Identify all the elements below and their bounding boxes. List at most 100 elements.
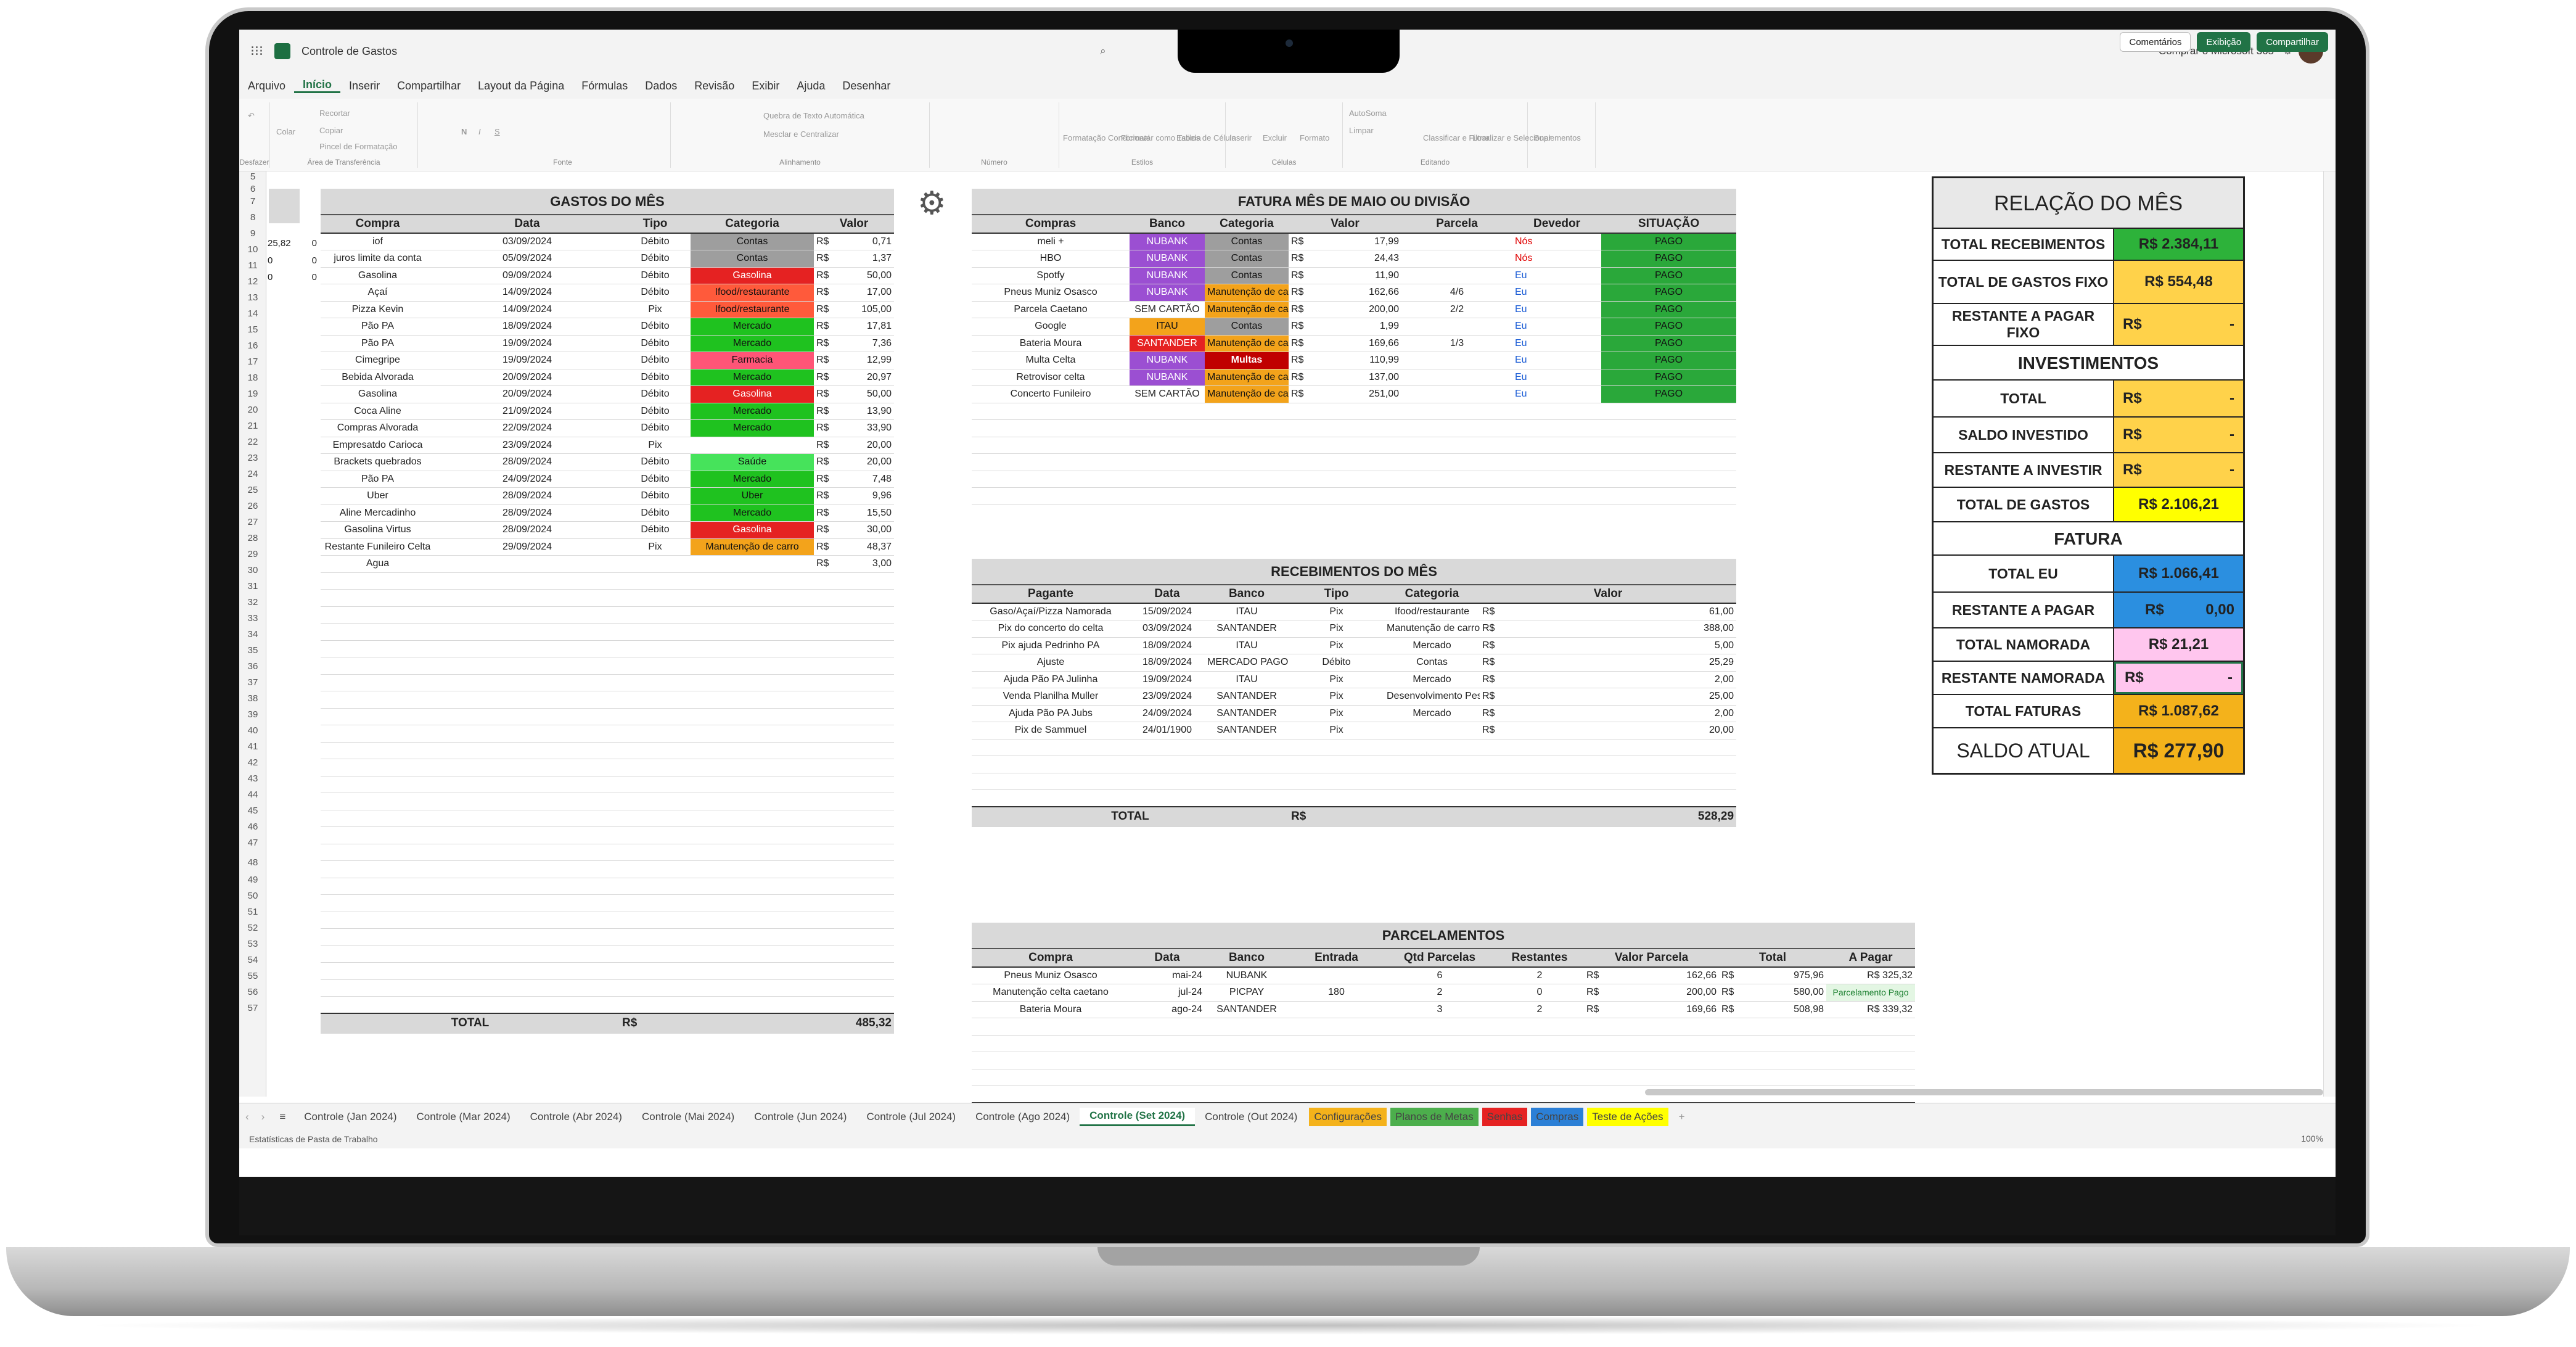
parc-currency[interactable]: R$ [1584,984,1602,1002]
empty-cell[interactable] [435,810,620,827]
empty-cell[interactable] [321,860,435,878]
gastos-data[interactable]: 05/09/2024 [435,250,620,268]
empty-cell[interactable] [691,928,814,946]
fatura-categoria[interactable]: Manutenção de carro [1205,301,1289,318]
empty-cell[interactable] [1205,739,1289,756]
parcelamentos-header[interactable]: Valor Parcela [1584,949,1719,968]
sheet-tab[interactable]: Planos de Metas [1390,1107,1479,1126]
gastos-tipo[interactable]: Débito [620,403,691,420]
empty-cell[interactable] [1205,1085,1289,1103]
fatura-compra[interactable]: Google [972,318,1130,336]
sheet-tab[interactable]: Controle (Set 2024) [1080,1107,1196,1126]
fatura-situacao[interactable]: PAGO [1601,301,1737,318]
parc-entrada[interactable]: 180 [1289,984,1384,1002]
table-row[interactable]: Compras Alvorada 22/09/2024 Débito Mercado R… [321,419,894,437]
empty-cell[interactable] [1130,437,1205,454]
empty-cell[interactable] [321,844,435,861]
gastos-categoria[interactable]: Gasolina [691,385,814,403]
receb-tipo[interactable]: Pix [1289,671,1384,688]
gastos-compra[interactable]: Pizza Kevin [321,301,435,318]
gastos-data[interactable]: 09/09/2024 [435,267,620,284]
gastos-tipo[interactable]: Pix [620,301,691,318]
empty-cell[interactable] [972,419,1130,437]
fatura-categoria[interactable]: Contas [1205,250,1289,268]
fatura-valor[interactable]: 110,99 [1306,352,1401,369]
empty-cell[interactable] [814,996,835,1014]
table-row[interactable] [972,773,1737,790]
empty-cell[interactable] [1306,437,1401,454]
fatura-situacao[interactable]: PAGO [1601,335,1737,352]
parc-restantes[interactable]: 0 [1495,984,1584,1002]
gastos-header[interactable]: Data [435,215,620,234]
gastos-tipo[interactable]: Débito [620,352,691,369]
table-row[interactable] [972,789,1737,807]
receb-valor[interactable]: 25,29 [1498,654,1737,672]
empty-cell[interactable] [435,928,620,946]
empty-cell[interactable] [835,894,894,912]
parc-currency[interactable]: R$ [1584,1001,1602,1018]
parc-total[interactable]: 508,98 [1737,1001,1826,1018]
empty-cell[interactable] [435,725,620,743]
gastos-valor[interactable]: 105,00 [835,301,894,318]
empty-cell[interactable] [835,657,894,675]
recebimentos-header[interactable]: Banco [1205,585,1289,604]
empty-cell[interactable] [1205,471,1289,488]
gastos-valor[interactable]: 7,36 [835,335,894,352]
receb-categoria[interactable]: Manutenção de carro [1384,620,1480,638]
empty-cell[interactable] [1384,789,1480,807]
gastos-data[interactable]: 28/09/2024 [435,453,620,471]
empty-cell[interactable] [691,708,814,725]
fatura-compra[interactable]: Multa Celta [972,352,1130,369]
empty-cell[interactable] [1826,1035,1915,1052]
empty-cell[interactable] [972,1069,1130,1086]
table-row[interactable]: Google ITAU Contas R$ 1,99 Eu PAGO [972,318,1737,336]
table-row[interactable]: Cimegripe 19/09/2024 Débito Farmacia R$ 12,99 [321,352,894,369]
gastos-valor[interactable]: 17,81 [835,318,894,336]
gastos-categoria[interactable]: Mercado [691,318,814,336]
receb-valor[interactable]: 5,00 [1498,637,1737,654]
gastos-categoria[interactable]: Uber [691,487,814,505]
gastos-data[interactable]: 19/09/2024 [435,335,620,352]
empty-cell[interactable] [435,708,620,725]
empty-cell[interactable] [972,1018,1130,1036]
table-row[interactable]: Multa Celta NUBANK Multas R$ 110,99 Eu PAGO [972,352,1737,369]
underline-icon[interactable]: S [494,127,500,136]
empty-cell[interactable] [620,606,691,624]
empty-cell[interactable] [620,844,691,861]
fatura-parcela[interactable] [1401,250,1512,268]
sheet-tab[interactable]: Controle (Jul 2024) [856,1108,966,1126]
fatura-devedor[interactable]: Eu [1512,284,1601,302]
empty-cell[interactable] [620,826,691,844]
empty-cell[interactable] [691,945,814,963]
fatura-categoria[interactable]: Manutenção de carro [1205,369,1289,386]
gastos-currency[interactable]: R$ [814,301,835,318]
receb-currency[interactable]: R$ [1480,705,1498,722]
empty-cell[interactable] [1495,1052,1584,1069]
row-number[interactable]: 43 [239,773,266,784]
empty-cell[interactable] [435,623,620,641]
table-row[interactable] [972,1069,1915,1086]
gastos-categoria[interactable]: Ifood/restaurante [691,301,814,318]
parcelamentos-header[interactable]: Total [1719,949,1826,968]
fatura-banco[interactable]: NUBANK [1130,233,1205,250]
receb-currency[interactable]: R$ [1480,671,1498,688]
table-row[interactable] [321,623,894,641]
table-row[interactable] [321,860,894,878]
empty-cell[interactable] [620,810,691,827]
table-row[interactable]: meli + NUBANK Contas R$ 17,99 Nós PAGO [972,233,1737,250]
row-number[interactable]: 40 [239,725,266,736]
empty-cell[interactable] [1384,1018,1495,1036]
empty-cell[interactable] [814,623,835,641]
table-row[interactable] [321,674,894,691]
empty-cell[interactable] [435,878,620,895]
table-row[interactable]: Gasolina 20/09/2024 Débito Gasolina R$ 50,00 [321,385,894,403]
gastos-compra[interactable]: Bebida Alvorada [321,369,435,386]
receb-tipo[interactable]: Pix [1289,620,1384,638]
gastos-categoria[interactable]: Manutenção de carro [691,538,814,556]
table-row[interactable]: Gasolina 09/09/2024 Débito Gasolina R$ 50,00 [321,267,894,284]
empty-cell[interactable] [620,776,691,793]
empty-cell[interactable] [1289,773,1384,790]
receb-categoria[interactable] [1384,722,1480,739]
fatura-header[interactable]: SITUAÇÃO [1601,215,1737,234]
table-row[interactable]: juros limite da conta 05/09/2024 Débito Con… [321,250,894,268]
